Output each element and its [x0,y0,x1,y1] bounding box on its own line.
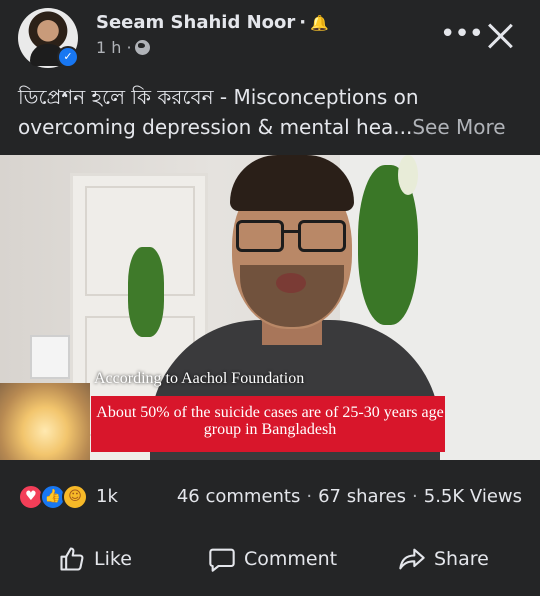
share-arrow-icon [399,548,425,570]
meta-separator: · [126,38,132,57]
post-header: ✓ Seeam Shahid Noor · 🔔 1 h · ••• [0,0,540,76]
video-subtitle-banner-text: About 50% of the suicide cases are of 25… [96,404,444,438]
post-meta: 1 h · [96,38,150,57]
video-lamp [0,383,90,460]
action-bar: Like Comment Share [0,532,540,588]
glasses-lens-right [298,220,346,252]
thumbs-up-icon [60,547,84,571]
like-label: Like [94,548,132,570]
reaction-count[interactable]: 1k [96,486,118,507]
comment-bubble-icon [209,548,235,572]
verified-badge-icon: ✓ [57,46,79,68]
close-icon[interactable] [487,22,515,50]
globe-icon [134,40,150,55]
comment-button[interactable]: Comment [208,544,337,574]
care-reaction-icon: ☺ [62,484,88,510]
share-label: Share [434,548,489,570]
stats-separator: · [412,486,418,507]
share-button[interactable]: Share [398,544,489,574]
stats-separator: · [306,486,313,507]
video-player[interactable]: According to Aachol Foundation About 50%… [0,155,540,460]
plant-left [128,247,164,337]
see-more-link[interactable]: See More [412,115,505,139]
bell-icon[interactable]: 🔔 [310,14,329,32]
post-caption: ডিপ্রেশন হলে কি করবেন - Misconceptions o… [18,82,528,142]
post-stats: ♥ 👍 ☺ 1k 46 comments · 67 shares · 5.5K View… [0,460,540,532]
caption-text: ডিপ্রেশন হলে কি করবেন - Misconceptions o… [18,85,419,139]
person-hair [230,155,354,211]
engagement-counts: 46 comments · 67 shares · 5.5K Views [177,486,522,507]
comment-label: Comment [244,548,338,570]
author-line: Seeam Shahid Noor · 🔔 [96,12,329,33]
person-glasses [236,220,348,254]
author-name[interactable]: Seeam Shahid Noor [96,12,295,33]
wall-frame [30,335,70,379]
video-subtitle-top: According to Aachol Foundation [94,370,305,387]
reaction-icons[interactable]: ♥ 👍 ☺ [18,484,98,510]
views-count: 5.5K Views [423,486,522,507]
post-time[interactable]: 1 h [96,38,121,57]
comments-count[interactable]: 46 comments [177,486,301,507]
person-mouth [276,273,306,293]
more-options-icon[interactable]: ••• [440,21,484,47]
glasses-lens-left [236,220,284,252]
plant-flowers [398,155,418,195]
shares-count[interactable]: 67 shares [318,486,406,507]
like-button[interactable]: Like [58,544,132,574]
author-separator: · [299,12,307,33]
